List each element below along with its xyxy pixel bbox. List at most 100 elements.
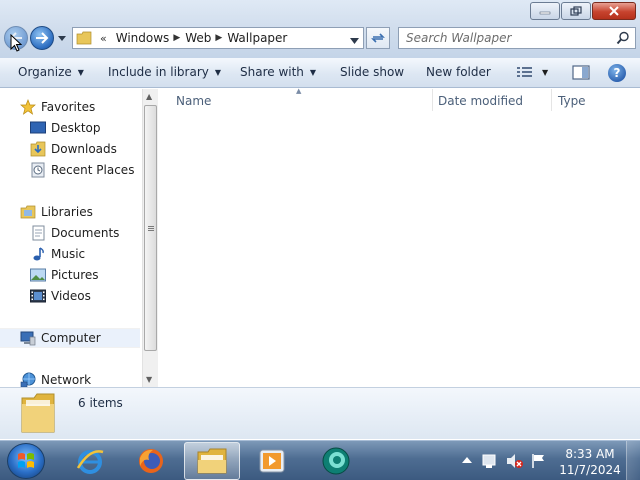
- taskbar: 8:33 AM 11/7/2024: [0, 440, 640, 480]
- downloads-folder-icon: [30, 141, 46, 157]
- column-divider[interactable]: [432, 89, 433, 111]
- chevron-down-icon: ▼: [309, 67, 317, 77]
- breadcrumb-web[interactable]: Web: [185, 31, 211, 45]
- libraries-icon: [20, 204, 36, 220]
- mouse-cursor-icon: [10, 34, 22, 52]
- grip-icon: [147, 225, 154, 231]
- chevron-down-icon: [350, 38, 359, 44]
- new-folder-button[interactable]: New folder: [426, 65, 491, 79]
- breadcrumb-arrow-icon[interactable]: ▶: [173, 33, 180, 43]
- nav-videos-label: Videos: [51, 289, 91, 303]
- include-in-library-menu[interactable]: Include in library ▼: [108, 65, 221, 79]
- nav-computer[interactable]: Computer: [0, 328, 140, 348]
- column-divider[interactable]: [551, 89, 552, 111]
- search-input[interactable]: [406, 31, 606, 45]
- show-desktop-button[interactable]: [626, 441, 640, 480]
- media-player-icon: [259, 449, 285, 473]
- include-in-library-label: Include in library: [108, 65, 209, 79]
- preview-pane-icon[interactable]: [572, 65, 590, 83]
- minimize-icon: [539, 11, 551, 15]
- taskbar-network-app[interactable]: [308, 442, 364, 480]
- volume-muted-icon[interactable]: [506, 453, 524, 472]
- minimize-button[interactable]: [530, 2, 560, 20]
- windows-logo-icon: [18, 453, 34, 468]
- column-header-date-modified[interactable]: Date modified: [438, 94, 523, 108]
- scroll-down-icon[interactable]: ▼: [146, 375, 152, 384]
- chevron-down-icon: ▼: [77, 67, 84, 77]
- navigation-pane: Favorites Desktop Downloads Recent Place…: [0, 89, 142, 388]
- view-options-dropdown[interactable]: ▼: [542, 68, 548, 77]
- organize-menu[interactable]: Organize ▼: [18, 65, 84, 79]
- nav-network-label: Network: [41, 373, 92, 387]
- refresh-button[interactable]: [366, 27, 390, 49]
- nav-music-label: Music: [51, 247, 86, 261]
- sort-ascending-icon: ▲: [296, 87, 302, 95]
- nav-libraries[interactable]: Libraries: [20, 202, 160, 222]
- nav-favorites-label: Favorites: [41, 100, 96, 114]
- chevron-down-icon: [58, 35, 66, 41]
- firefox-icon: [139, 449, 163, 473]
- videos-icon: [30, 288, 46, 304]
- search-icon[interactable]: [616, 31, 630, 48]
- taskbar-media-player[interactable]: [245, 442, 301, 480]
- music-icon: [30, 246, 46, 262]
- scroll-up-icon[interactable]: ▲: [146, 92, 152, 101]
- address-bar[interactable]: « Windows ▶ Web ▶ Wallpaper: [72, 27, 364, 49]
- column-header-name[interactable]: Name: [176, 94, 211, 108]
- show-hidden-icons-icon[interactable]: [462, 453, 472, 467]
- nav-recent-places-label: Recent Places: [51, 163, 135, 177]
- share-with-menu[interactable]: Share with ▼: [240, 65, 316, 79]
- help-icon[interactable]: ?: [608, 64, 626, 82]
- recent-pages-dropdown[interactable]: [56, 32, 68, 44]
- forward-button[interactable]: [30, 26, 54, 50]
- restore-icon: [570, 6, 582, 16]
- taskbar-firefox[interactable]: [123, 442, 179, 480]
- windows-explorer-icon: [197, 448, 227, 474]
- nav-computer-label: Computer: [41, 331, 101, 345]
- pictures-icon: [30, 267, 46, 283]
- nav-downloads-label: Downloads: [51, 142, 117, 156]
- breadcrumb-overflow[interactable]: «: [100, 32, 107, 45]
- folder-icon: [18, 392, 58, 439]
- scrollbar-thumb[interactable]: [144, 105, 157, 351]
- taskbar-internet-explorer[interactable]: [62, 442, 118, 480]
- network-flag-icon[interactable]: [530, 453, 546, 472]
- new-folder-label: New folder: [426, 65, 491, 79]
- search-box[interactable]: [398, 27, 636, 49]
- slide-show-label: Slide show: [340, 65, 405, 79]
- breadcrumb-windows[interactable]: Windows: [116, 31, 170, 45]
- clock-time: 8:33 AM: [565, 447, 615, 461]
- organize-label: Organize: [18, 65, 72, 79]
- address-history-dropdown[interactable]: [350, 33, 359, 47]
- share-with-label: Share with: [240, 65, 304, 79]
- network-app-icon: [322, 447, 350, 475]
- desktop-icon: [30, 120, 46, 136]
- refresh-icon: [371, 33, 385, 43]
- action-center-icon[interactable]: [482, 453, 498, 472]
- close-icon: [609, 6, 619, 16]
- arrow-right-icon: [36, 32, 49, 44]
- nav-desktop-label: Desktop: [51, 121, 101, 135]
- slide-show-button[interactable]: Slide show: [340, 65, 404, 79]
- change-view-icon[interactable]: [516, 65, 534, 82]
- documents-icon: [30, 225, 46, 241]
- title-bar: « Windows ▶ Web ▶ Wallpaper: [0, 0, 640, 58]
- command-bar: Organize ▼ Include in library ▼ Share with…: [0, 58, 640, 88]
- start-button[interactable]: [7, 443, 45, 479]
- chevron-down-icon: ▼: [214, 67, 222, 77]
- taskbar-windows-explorer[interactable]: [184, 442, 240, 480]
- clock[interactable]: 8:33 AM 11/7/2024: [556, 446, 624, 478]
- close-button[interactable]: [592, 2, 636, 20]
- column-header-type[interactable]: Type: [558, 94, 586, 108]
- breadcrumb-wallpaper[interactable]: Wallpaper: [227, 31, 287, 45]
- network-icon: [20, 372, 36, 388]
- breadcrumb-arrow-icon[interactable]: ▶: [215, 33, 222, 43]
- navigation-scrollbar[interactable]: ▲ ▼: [142, 89, 158, 387]
- internet-explorer-icon: [76, 450, 104, 474]
- file-list[interactable]: ▲ Name Date modified Type: [158, 87, 640, 387]
- maximize-button[interactable]: [561, 2, 591, 20]
- window-controls: [529, 2, 636, 20]
- item-count: 6 items: [78, 396, 123, 410]
- nav-favorites[interactable]: Favorites: [20, 97, 160, 117]
- folder-icon: [76, 29, 94, 47]
